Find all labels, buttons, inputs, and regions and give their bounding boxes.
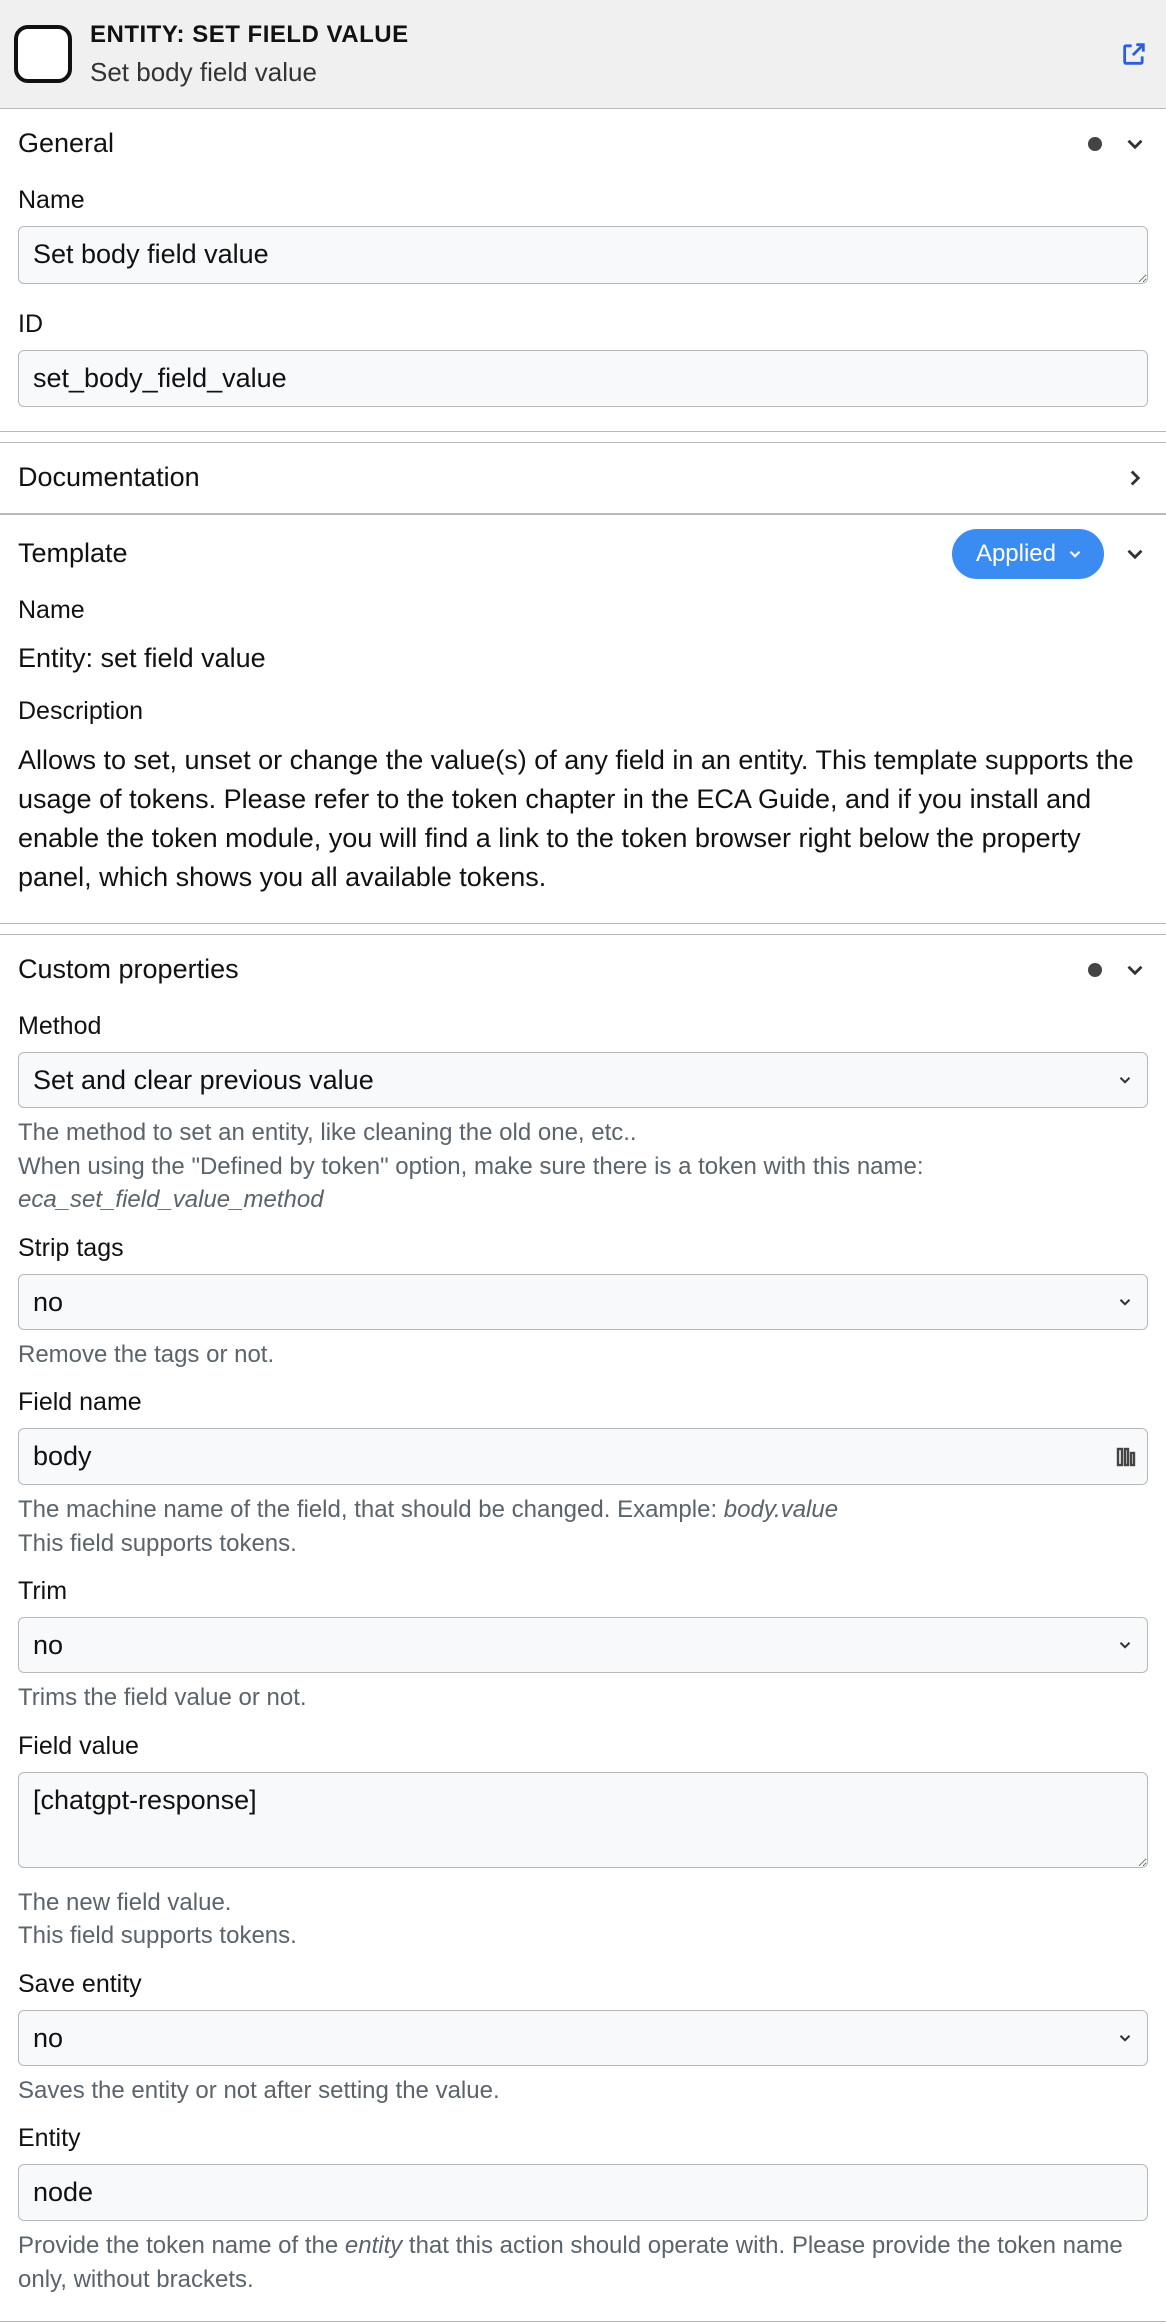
field-name-input[interactable] (18, 1428, 1148, 1485)
open-external-icon[interactable] (1120, 40, 1148, 68)
field-name: Name Set body field value (18, 183, 1148, 294)
field-entity: Entity Provide the token name of the ent… (18, 2121, 1148, 2296)
template-description-field: Description Allows to set, unset or chan… (18, 694, 1148, 900)
chevron-down-icon (1122, 131, 1148, 157)
section-template-header[interactable]: Template Applied (0, 514, 1166, 593)
field-method-label: Method (18, 1009, 1148, 1044)
section-template-title: Template (18, 535, 952, 573)
header-kicker: ENTITY: SET FIELD VALUE (90, 18, 1120, 52)
id-input[interactable] (18, 350, 1148, 407)
panel-header: ENTITY: SET FIELD VALUE Set body field v… (0, 0, 1166, 109)
entity-input[interactable] (18, 2164, 1148, 2221)
field-save-entity: Save entity no Saves the entity or not a… (18, 1967, 1148, 2108)
strip-tags-select[interactable]: no (18, 1274, 1148, 1330)
token-browser-icon[interactable] (1114, 1445, 1138, 1469)
chevron-right-icon (1122, 465, 1148, 491)
field-strip-tags-help: Remove the tags or not. (18, 1338, 1148, 1372)
section-custom-edited-indicator (1088, 963, 1102, 977)
field-trim-help: Trims the field value or not. (18, 1681, 1148, 1715)
section-template: Template Applied Name Entity: set field … (0, 514, 1166, 924)
chevron-down-icon (1122, 957, 1148, 983)
field-strip-tags: Strip tags no Remove the tags or not. (18, 1231, 1148, 1372)
template-name-value: Entity: set field value (18, 636, 1148, 680)
chevron-down-icon (1066, 545, 1084, 563)
section-documentation-title: Documentation (18, 459, 1122, 497)
template-applied-badge[interactable]: Applied (952, 529, 1104, 579)
field-trim-label: Trim (18, 1574, 1148, 1609)
field-field-name: Field name The machine name of the field… (18, 1385, 1148, 1560)
header-texts: ENTITY: SET FIELD VALUE Set body field v… (90, 18, 1120, 90)
template-name-field: Name Entity: set field value (18, 593, 1148, 680)
field-field-value-label: Field value (18, 1729, 1148, 1764)
field-field-name-label: Field name (18, 1385, 1148, 1420)
template-description-label: Description (18, 694, 1148, 729)
field-entity-label: Entity (18, 2121, 1148, 2156)
header-subtitle: Set body field value (90, 54, 1120, 90)
method-select[interactable]: Set and clear previous value (18, 1052, 1148, 1108)
trim-select[interactable]: no (18, 1617, 1148, 1673)
field-field-value: Field value [chatgpt-response] The new f… (18, 1729, 1148, 1953)
section-custom-properties-title: Custom properties (18, 951, 1088, 989)
template-applied-badge-label: Applied (976, 537, 1056, 571)
template-name-label: Name (18, 593, 1148, 628)
field-field-value-help: The new field value. This field supports… (18, 1886, 1148, 1953)
field-method: Method Set and clear previous value The … (18, 1009, 1148, 1217)
field-save-entity-label: Save entity (18, 1967, 1148, 2002)
section-general-body: Name Set body field value ID (0, 179, 1166, 432)
section-custom-properties-body: Method Set and clear previous value The … (0, 1005, 1166, 2321)
field-entity-help: Provide the token name of the entity tha… (18, 2229, 1148, 2296)
save-entity-select[interactable]: no (18, 2010, 1148, 2066)
field-save-entity-help: Saves the entity or not after setting th… (18, 2074, 1148, 2108)
field-strip-tags-label: Strip tags (18, 1231, 1148, 1266)
section-documentation: Documentation (0, 442, 1166, 514)
field-method-help: The method to set an entity, like cleani… (18, 1116, 1148, 1217)
field-value-textarea[interactable]: [chatgpt-response] (18, 1772, 1148, 1868)
field-field-name-help: The machine name of the field, that shou… (18, 1493, 1148, 1560)
section-general-header[interactable]: General (0, 109, 1166, 179)
template-description-value: Allows to set, unset or change the value… (18, 737, 1148, 900)
name-input[interactable]: Set body field value (18, 226, 1148, 284)
section-template-body: Name Entity: set field value Description… (0, 593, 1166, 923)
section-general-title: General (18, 125, 1088, 163)
section-general: General Name Set body field value ID (0, 109, 1166, 432)
field-id-label: ID (18, 307, 1148, 342)
section-general-edited-indicator (1088, 137, 1102, 151)
section-custom-properties: Custom properties Method Set and clear p… (0, 934, 1166, 2322)
chevron-down-icon (1122, 541, 1148, 567)
field-trim: Trim no Trims the field value or not. (18, 1574, 1148, 1715)
section-documentation-header[interactable]: Documentation (0, 443, 1166, 513)
element-type-icon (14, 25, 72, 83)
section-custom-properties-header[interactable]: Custom properties (0, 935, 1166, 1005)
field-name-label: Name (18, 183, 1148, 218)
field-id: ID (18, 307, 1148, 407)
